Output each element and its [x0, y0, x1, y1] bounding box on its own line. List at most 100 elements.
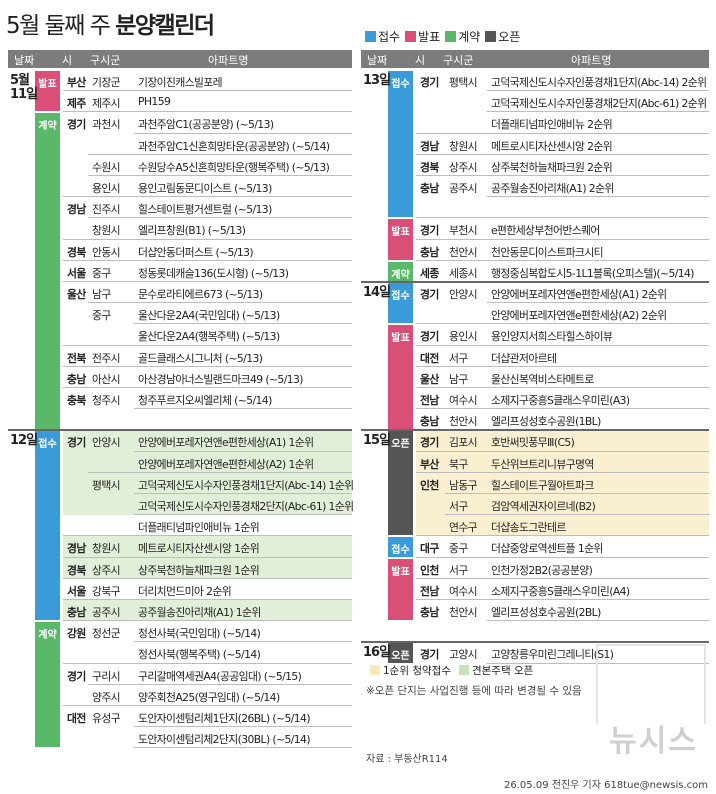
- table-row: 경기 안양시 안양에버포레자연앤e편한세상(A1) 2순위: [361, 282, 709, 304]
- cell-city: 전남: [420, 394, 439, 407]
- cell-apt: 공주월송진아리채(A1) 1순위: [138, 606, 261, 619]
- cell-city: 부산: [420, 457, 439, 471]
- cell-city: 경기: [67, 118, 86, 132]
- cell-apt: 행정중심복합도시5-1L1블록(오피스텔)(~5/14): [491, 266, 695, 280]
- type-badge-announce: 발표: [388, 219, 413, 260]
- cell-apt: 메트로시티자산센시앙 2순위: [491, 139, 613, 153]
- cell-city: 부산: [67, 76, 86, 89]
- cell-gu: 청주시: [92, 394, 121, 407]
- cell-gu: 용인시: [92, 182, 121, 195]
- type-badge-announce: 발표: [388, 558, 413, 621]
- day-divider: [361, 429, 709, 431]
- table-row: 울산 남구 울산신복역비스타메트로: [361, 367, 709, 388]
- legend-item: 접수: [365, 28, 400, 45]
- cell-city: 충남: [420, 415, 439, 429]
- legend-swatch: [445, 31, 457, 42]
- cell-apt: 과천주암C1신혼희망타운(공공분양) (~5/14): [138, 139, 330, 153]
- type-badge-accept: 접수: [388, 283, 413, 324]
- legend-label: 계약: [458, 30, 481, 44]
- cell-apt: 천안동문디이스트파크시티: [491, 245, 604, 259]
- cell-gu: 중구: [92, 266, 111, 280]
- table-row: 세종 세종시 행정중심복합도시5-1L1블록(오피스텔)(~5/14): [361, 261, 709, 282]
- header-gu: 구시군: [443, 54, 474, 67]
- cell-city: 경남: [67, 203, 86, 217]
- cell-gu: 기장군: [92, 76, 121, 89]
- cell-city: 충남: [420, 245, 439, 259]
- table-row: [361, 621, 709, 643]
- cell-city: 경기: [420, 648, 439, 662]
- type-badge-contract: 계약: [35, 622, 60, 748]
- cell-apt: 엘리프성성호수공원(1BL): [491, 415, 601, 429]
- legend-swatch: [485, 31, 497, 42]
- cell-apt: 청주푸르지오씨엘리체 (~5/14): [138, 394, 272, 407]
- cell-city: 서울: [67, 584, 86, 598]
- cell-apt: 소제지구중흥S클래스우미린(A4): [491, 584, 630, 598]
- day-divider: [361, 641, 709, 643]
- table-row: 서구 검암역세권자이르네(B2): [361, 494, 709, 516]
- cell-apt: 안양에버포레자연앤e편한세상(A2) 1순위: [138, 457, 314, 471]
- legend-label: 오픈: [498, 30, 521, 44]
- day-label: 13일: [363, 73, 391, 88]
- cell-city: 경북: [420, 160, 439, 174]
- cell-apt: 용인양지서희스타힐스하이뷰: [491, 330, 613, 344]
- table-row: 인천 남동구 힐스테이트구월아트파크: [361, 473, 709, 494]
- cell-apt: 더샵관저아르테: [491, 351, 557, 365]
- cell-gu: 공주시: [449, 182, 478, 195]
- cell-gu: 남구: [92, 288, 111, 301]
- cell-gu: 상주시: [449, 160, 478, 174]
- cell-apt: 상주북천하늘채파크원 2순위: [491, 160, 613, 174]
- cell-gu: 정선군: [92, 627, 121, 641]
- watermark-logo: 뉴시스: [609, 724, 698, 759]
- legend-label: 1순위 청약접수: [383, 665, 451, 677]
- table-row: 인천 서구 인천가정2B2(공공분양): [361, 558, 709, 579]
- cell-gu: 안양시: [92, 436, 121, 450]
- cell-gu: 창원시: [92, 224, 121, 238]
- cell-apt: 메트로시티자산센시앙 1순위: [138, 542, 260, 556]
- table-row: 충남 천안시 엘리프성성호수공원(1BL): [361, 409, 709, 431]
- header-city: 시: [62, 54, 73, 67]
- table-row: 충남 공주시 공주월송진아리채(A1) 2순위: [361, 176, 709, 198]
- cell-city: 울산: [67, 288, 86, 301]
- cell-gu: 안동시: [92, 245, 121, 259]
- cell-apt: 골드클래스시그니처 (~5/13): [138, 351, 263, 365]
- header-date: 날짜: [367, 54, 388, 67]
- cell-gu: 아산시: [92, 372, 121, 386]
- cell-apt: 상주북천하늘채파크원 1순위: [138, 563, 260, 577]
- cell-gu: 고양시: [449, 648, 478, 662]
- cell-city: 세종: [420, 266, 439, 280]
- legend-label: 견본주택 오픈: [471, 665, 534, 677]
- table-row: 고덕국제신도시수자인풍경채2단지(Abc-61) 2순위: [361, 91, 709, 113]
- cell-apt: 더샵중앙로역센트플 1순위: [491, 542, 603, 556]
- cell-gu: 수원시: [92, 160, 121, 174]
- cell-gu: 구리시: [92, 669, 121, 683]
- table-row: 경남 창원시 메트로시티자산센시앙 2순위: [361, 134, 709, 155]
- day-label: 15일: [363, 433, 391, 449]
- cell-city: 충남: [67, 372, 86, 386]
- building-graphic: [596, 644, 706, 724]
- cell-city: 경기: [67, 436, 86, 450]
- cell-city: 경기: [420, 76, 439, 89]
- cell-gu: 강북구: [92, 584, 121, 598]
- table-row: 연수구 더샵송도그란테르: [361, 515, 709, 537]
- cell-apt: 울산다운2A4(행복주택) (~5/13): [138, 330, 280, 344]
- cell-city: 대전: [67, 712, 86, 725]
- legend-label: 접수: [378, 30, 401, 44]
- day-label: 12일: [10, 433, 38, 449]
- day-label: 14일: [363, 285, 391, 300]
- cell-city: 전북: [67, 351, 86, 365]
- cell-gu: 공주시: [92, 606, 121, 619]
- cell-apt: 엘리프성성호수공원(2BL): [491, 606, 601, 619]
- cell-apt: 더샵송도그란테르: [491, 521, 566, 535]
- cell-apt: 안양에버포레자연앤e편한세상(A2) 2순위: [491, 309, 667, 323]
- cell-gu: 창원시: [449, 139, 478, 153]
- cell-gu: 남동구: [449, 478, 478, 492]
- credit: 26.05.09 전진우 기자 618tue@newsis.com: [504, 780, 708, 791]
- cell-city: 경기: [67, 669, 86, 683]
- cell-gu: 용인시: [449, 330, 478, 344]
- cell-gu: 천안시: [449, 245, 478, 259]
- table-row: 경기 부천시 e편한세상부천어반스퀘어: [361, 218, 709, 240]
- table-row: 경기 평택시 고덕국제신도시수자인풍경채1단지(Abc-14) 2순위: [361, 70, 709, 92]
- table-row: 충남 천안시 엘리프성성호수공원(2BL): [361, 600, 709, 622]
- day-divider: [361, 281, 709, 283]
- cell-city: 경기: [420, 288, 439, 301]
